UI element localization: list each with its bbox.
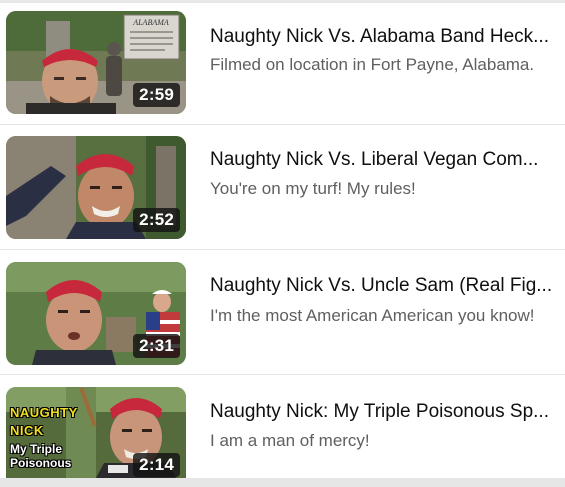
video-thumbnail[interactable]: ALABAMA 2:59: [6, 11, 186, 114]
video-title[interactable]: Naughty Nick Vs. Uncle Sam (Real Fig...: [210, 274, 555, 298]
bottom-scrollbar-track: [0, 478, 565, 487]
video-list-page: ALABAMA 2:59 Naughty Nick Vs. Alabama Ba…: [0, 0, 565, 487]
video-list-item[interactable]: 2:52 Naughty Nick Vs. Liberal Vegan Com.…: [0, 125, 565, 250]
video-description: I'm the most American American you know!: [210, 306, 535, 325]
video-list-item[interactable]: 2:31 Naughty Nick Vs. Uncle Sam (Real Fi…: [0, 250, 565, 375]
video-title[interactable]: Naughty Nick Vs. Liberal Vegan Com...: [210, 148, 555, 172]
video-title[interactable]: Naughty Nick: My Triple Poisonous Sp...: [210, 400, 555, 424]
video-duration: 2:52: [133, 208, 180, 232]
video-duration: 2:31: [133, 334, 180, 358]
video-thumbnail[interactable]: NAUGHTY NICK My Triple Poisonous 2:14: [6, 387, 186, 478]
thumbnail-overlay-line1: NAUGHTY: [10, 405, 78, 420]
video-description: I am a man of mercy!: [210, 431, 370, 450]
thumbnail-overlay-line3: My Triple: [10, 442, 63, 456]
video-thumbnail[interactable]: 2:31: [6, 262, 186, 365]
video-duration: 2:59: [133, 83, 180, 107]
video-duration: 2:14: [133, 453, 180, 477]
thumbnail-overlay-line4: Poisonous: [10, 456, 72, 470]
video-list-item[interactable]: ALABAMA 2:59 Naughty Nick Vs. Alabama Ba…: [0, 3, 565, 125]
thumbnail-overlay-line2: NICK: [10, 423, 44, 438]
video-description: You're on my turf! My rules!: [210, 179, 416, 198]
video-list-item[interactable]: NAUGHTY NICK My Triple Poisonous 2:14 Na…: [0, 375, 565, 478]
sign-text: ALABAMA: [132, 18, 169, 27]
video-description: Filmed on location in Fort Payne, Alabam…: [210, 55, 535, 74]
video-thumbnail[interactable]: 2:52: [6, 136, 186, 239]
video-title[interactable]: Naughty Nick Vs. Alabama Band Heck...: [210, 25, 555, 49]
